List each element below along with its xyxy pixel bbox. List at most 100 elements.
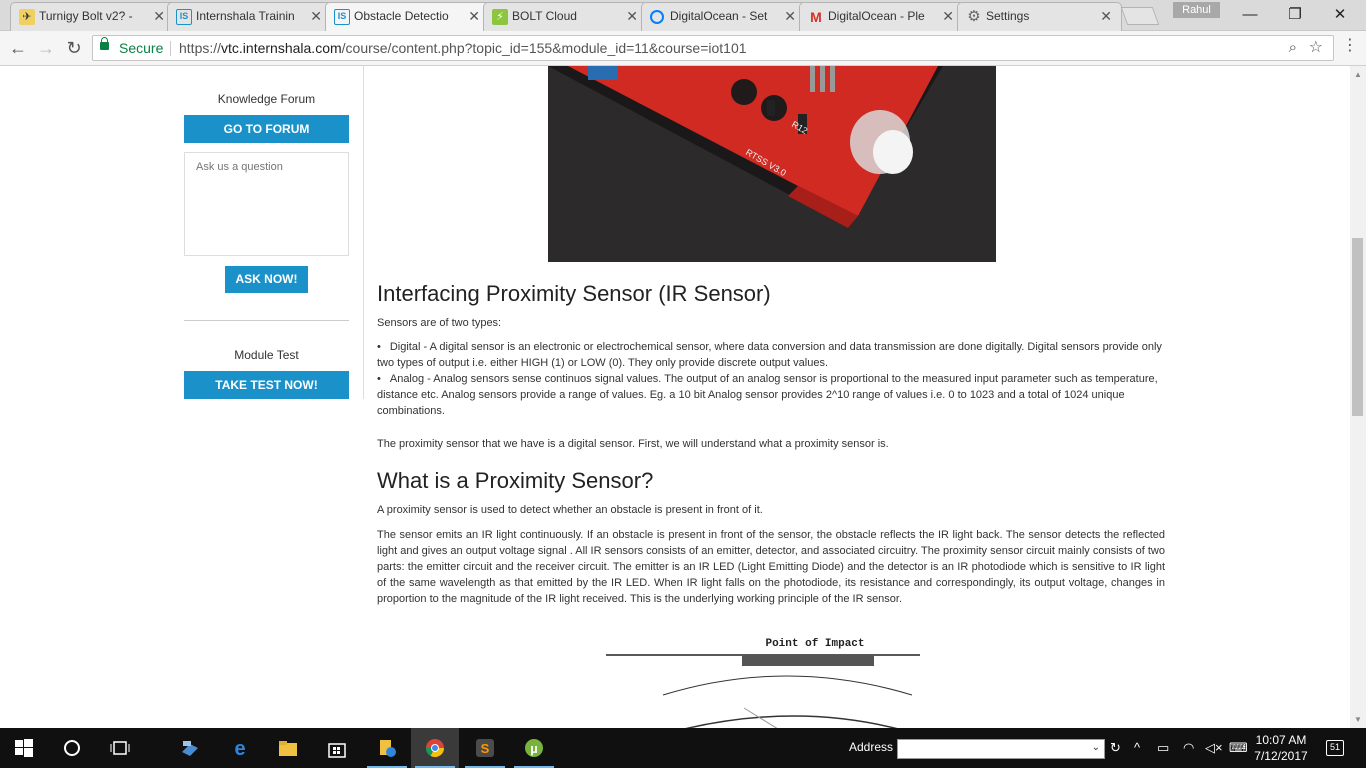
tab-title: Internshala Trainin — [196, 9, 295, 23]
tab-settings[interactable]: ⚙ Settings ✕ — [957, 2, 1122, 31]
start-button[interactable] — [0, 728, 48, 768]
files-button[interactable] — [363, 728, 411, 768]
clock-time: 10:07 AM — [1255, 733, 1307, 747]
sublime-button[interactable]: S — [461, 728, 509, 768]
tab-title: Obstacle Detectio — [354, 9, 449, 23]
windows-taskbar: e S µ Address ⌄ ↻ ^ ▭ ◠ ◁× ⌨ 10:07 AM 7/… — [0, 728, 1366, 768]
column-divider — [363, 66, 364, 399]
utorrent-button[interactable]: µ — [510, 728, 558, 768]
scroll-up-icon[interactable]: ▲ — [1354, 70, 1362, 79]
close-tab-icon[interactable]: ✕ — [310, 3, 322, 30]
files-icon — [380, 740, 396, 757]
reload-button[interactable]: ↻ — [62, 36, 86, 60]
file-explorer-button[interactable] — [264, 728, 312, 768]
explanation-text: The sensor emits an IR light continuousl… — [377, 529, 1165, 605]
page-viewport: Knowledge Forum GO TO FORUM ASK NOW! Mod… — [0, 66, 1350, 728]
divider — [170, 41, 171, 56]
svg-text:e: e — [234, 738, 245, 758]
minimize-button[interactable]: — — [1230, 4, 1270, 26]
heading-interfacing: Interfacing Proximity Sensor (IR Sensor) — [377, 281, 771, 306]
people-button[interactable] — [166, 728, 214, 768]
chevron-up-icon[interactable]: ^ — [1134, 740, 1140, 755]
menu-icon[interactable]: ⋮ — [1342, 38, 1358, 54]
impact-diagram-svg: Point of Impact — [606, 638, 920, 728]
cortana-button[interactable] — [48, 728, 96, 768]
wifi-icon[interactable]: ◠ — [1183, 740, 1194, 756]
task-view-button[interactable] — [96, 728, 144, 768]
close-tab-icon[interactable]: ✕ — [468, 3, 480, 30]
tab-internshala-training[interactable]: IS Internshala Trainin ✕ — [167, 2, 332, 31]
close-tab-icon[interactable]: ✕ — [626, 3, 638, 30]
store-button[interactable] — [313, 728, 361, 768]
sublime-icon: S — [476, 739, 494, 757]
close-tab-icon[interactable]: ✕ — [1100, 3, 1112, 30]
close-tab-icon[interactable]: ✕ — [153, 3, 165, 30]
tab-title: Settings — [986, 9, 1030, 23]
address-bar[interactable]: Secure https://vtc.internshala.com/cours… — [92, 35, 1334, 61]
address-go-icon[interactable]: ↻ — [1110, 740, 1121, 756]
url-text[interactable]: https://vtc.internshala.com/course/conte… — [179, 36, 747, 60]
volume-icon[interactable]: ◁× — [1205, 740, 1223, 756]
security-label: Secure — [119, 40, 164, 56]
intro-text: Sensors are of two types: — [377, 317, 502, 329]
cortana-icon — [64, 740, 80, 756]
page-scrollbar[interactable]: ▲ ▼ — [1350, 66, 1366, 728]
bolt-icon: ⚡ — [492, 9, 508, 25]
store-icon — [328, 743, 346, 758]
digital-note: The proximity sensor that we have is a d… — [377, 438, 889, 450]
forward-button[interactable]: → — [34, 36, 58, 60]
heading-what-is: What is a Proximity Sensor? — [377, 468, 654, 493]
tab-digitalocean-set[interactable]: DigitalOcean - Set ✕ — [641, 2, 806, 31]
tablet-icon[interactable]: ▭ — [1157, 740, 1169, 756]
tab-turnigy[interactable]: ✈ Turnigy Bolt v2? - ✕ — [10, 2, 175, 31]
edge-icon: e — [234, 738, 245, 758]
tab-digitalocean-ple[interactable]: M DigitalOcean - Ple ✕ — [799, 2, 964, 31]
maximize-button[interactable]: ❐ — [1275, 4, 1315, 26]
tab-obstacle-detection[interactable]: IS Obstacle Detectio ✕ — [325, 2, 490, 32]
chrome-button[interactable] — [411, 728, 459, 768]
edge-button[interactable]: e — [216, 728, 264, 768]
take-test-button[interactable]: TAKE TEST NOW! — [184, 371, 349, 399]
notification-badge[interactable]: 51 — [1326, 740, 1344, 756]
digitalocean-icon — [650, 10, 664, 24]
go-to-forum-button[interactable]: GO TO FORUM — [184, 115, 349, 143]
url-domain: vtc.internshala.com — [221, 40, 342, 56]
sensor-types-list: Digital - A digital sensor is an electro… — [377, 339, 1165, 419]
scroll-down-icon[interactable]: ▼ — [1354, 715, 1362, 724]
internshala-icon: IS — [334, 9, 350, 25]
tab-title: BOLT Cloud — [512, 9, 577, 23]
ask-now-button[interactable]: ASK NOW! — [225, 266, 308, 293]
definition-text: A proximity sensor is used to detect whe… — [377, 504, 763, 516]
new-tab-button[interactable] — [1120, 7, 1160, 25]
keyboard-icon[interactable]: ⌨ — [1229, 740, 1248, 756]
windows-logo-icon — [15, 739, 33, 757]
toolbar: ← → ↻ Secure https://vtc.internshala.com… — [0, 31, 1366, 66]
clock-date: 7/12/2017 — [1254, 749, 1308, 763]
chevron-down-icon[interactable]: ⌄ — [1092, 742, 1100, 753]
diagram-label: Point of Impact — [765, 638, 864, 650]
back-button[interactable]: ← — [6, 36, 30, 60]
gmail-icon: M — [810, 9, 822, 25]
bookmark-star-icon[interactable]: ☆ — [1309, 36, 1323, 60]
address-toolbar-input[interactable]: ⌄ — [897, 739, 1105, 759]
system-clock[interactable]: 10:07 AM 7/12/2017 — [1253, 732, 1309, 764]
sensor-board-illustration: RTSS V3.0 R12 — [548, 66, 996, 262]
ir-sensor-image: RTSS V3.0 R12 — [548, 66, 996, 262]
url-prefix: https:// — [179, 40, 222, 56]
ask-question-input[interactable] — [184, 152, 349, 256]
scroll-thumb[interactable] — [1352, 238, 1363, 416]
plane-icon: ✈ — [19, 9, 35, 25]
gear-icon: ⚙ — [967, 8, 981, 25]
svg-text:S: S — [481, 741, 490, 756]
close-tab-icon[interactable]: ✕ — [784, 3, 796, 30]
task-view-icon — [110, 741, 130, 755]
folder-icon — [279, 741, 297, 756]
tab-bolt-cloud[interactable]: ⚡ BOLT Cloud ✕ — [483, 2, 648, 31]
tab-title: Turnigy Bolt v2? - — [39, 9, 133, 23]
close-window-button[interactable]: ✕ — [1320, 4, 1360, 26]
zoom-icon[interactable]: ⌕ — [1289, 36, 1297, 60]
close-tab-icon[interactable]: ✕ — [942, 3, 954, 30]
forum-title: Knowledge Forum — [217, 92, 316, 106]
profile-button[interactable]: Rahul — [1173, 2, 1220, 18]
address-toolbar-label: Address — [849, 740, 894, 754]
